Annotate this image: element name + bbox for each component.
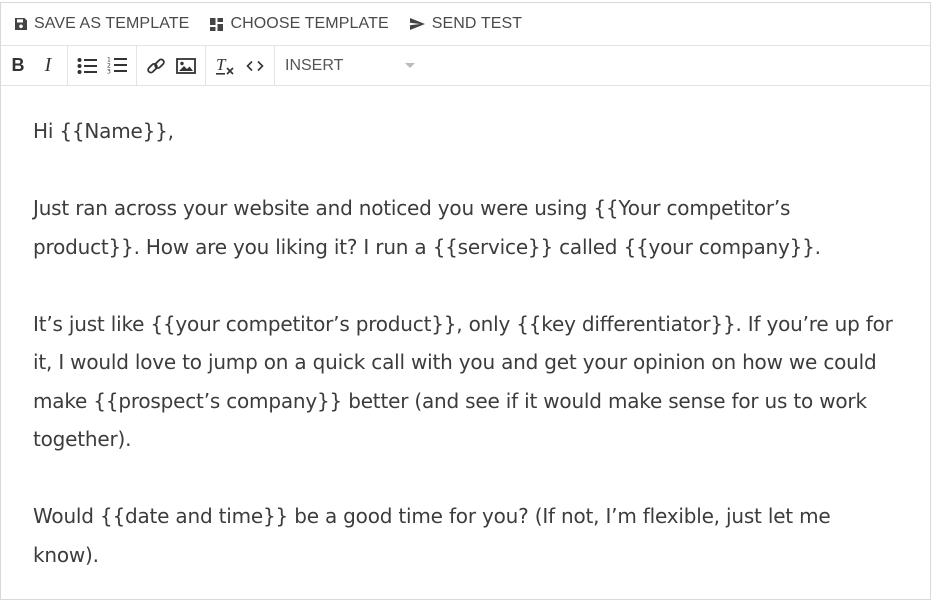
- chevron-down-icon: [405, 63, 415, 68]
- insert-media-group: [137, 46, 206, 85]
- image-icon: [176, 57, 196, 74]
- code-view-button[interactable]: [240, 51, 270, 81]
- bullet-list-icon: [77, 57, 97, 74]
- body-paragraph: Hi {{Name}},: [33, 119, 174, 143]
- format-toolbar: B I 1 2 3 T INSERT: [1, 46, 930, 86]
- svg-text:T: T: [216, 56, 227, 74]
- body-paragraph: It’s just like {{your competitor’s produ…: [33, 311, 893, 452]
- link-button[interactable]: [141, 51, 171, 81]
- clear-format-icon: T: [216, 56, 234, 75]
- numbered-list-icon: 1 2 3: [107, 57, 127, 76]
- save-icon: [14, 17, 28, 31]
- choose-template-button[interactable]: CHOOSE TEMPLATE: [209, 15, 389, 33]
- top-toolbar: SAVE AS TEMPLATE CHOOSE TEMPLATE SEND TE…: [1, 3, 930, 46]
- numbered-list-button[interactable]: 1 2 3: [102, 51, 132, 81]
- link-icon: [147, 58, 165, 73]
- code-icon: [246, 60, 264, 71]
- body-paragraph: Would {{date and time}} be a good time f…: [33, 504, 831, 567]
- dashboard-icon: [209, 17, 224, 32]
- send-icon: [409, 17, 426, 31]
- body-paragraph: Just ran across your website and noticed…: [33, 196, 821, 259]
- save-as-template-button[interactable]: SAVE AS TEMPLATE: [14, 15, 189, 33]
- insert-dropdown[interactable]: INSERT: [275, 46, 425, 85]
- image-button[interactable]: [171, 51, 201, 81]
- insert-dropdown-label: INSERT: [285, 56, 344, 74]
- clear-format-button[interactable]: T: [210, 51, 240, 81]
- send-test-button[interactable]: SEND TEST: [409, 15, 522, 33]
- email-editor: SAVE AS TEMPLATE CHOOSE TEMPLATE SEND TE…: [0, 2, 931, 600]
- misc-group: T: [206, 46, 275, 85]
- svg-text:3: 3: [107, 69, 111, 76]
- list-group: 1 2 3: [68, 46, 137, 85]
- bullet-list-button[interactable]: [72, 51, 102, 81]
- choose-template-label: CHOOSE TEMPLATE: [230, 15, 389, 32]
- email-body-editor[interactable]: Hi {{Name}}, Just ran across your websit…: [1, 86, 930, 574]
- save-as-template-label: SAVE AS TEMPLATE: [34, 15, 190, 32]
- bold-button[interactable]: B: [3, 51, 33, 81]
- send-test-label: SEND TEST: [431, 15, 523, 32]
- italic-button[interactable]: I: [33, 51, 63, 81]
- text-style-group: B I: [1, 46, 68, 85]
